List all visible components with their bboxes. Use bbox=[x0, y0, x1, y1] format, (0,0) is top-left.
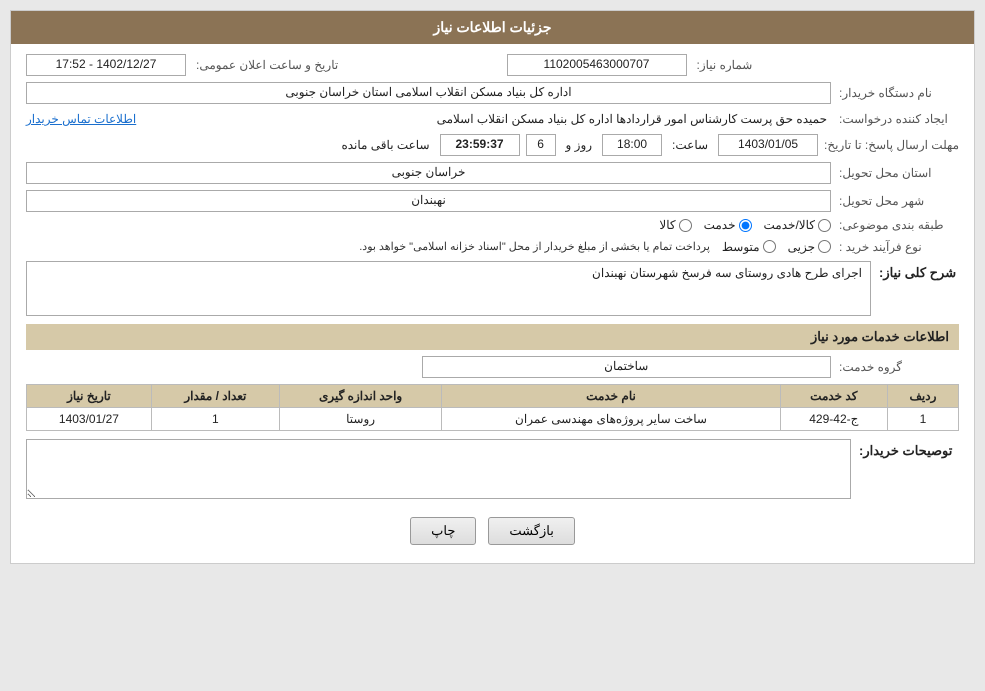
toseeh-kharidar-input[interactable] bbox=[26, 439, 851, 499]
shomara-niaz-value: 1102005463000707 bbox=[507, 54, 687, 76]
radio-jozvi-item: جزیی bbox=[788, 240, 831, 254]
tarikh-aalan-value: 1402/12/27 - 17:52 bbox=[26, 54, 186, 76]
sharh-koli-label: شرح کلی نیاز: bbox=[879, 261, 959, 281]
tabaqe-radio-group: کالا/خدمت خدمت کالا bbox=[659, 218, 831, 232]
nam-dastgah-value: اداره کل بنیاد مسکن انقلاب اسلامی استان … bbox=[26, 82, 831, 104]
ijad-konande-value: حمیده حق پرست کارشناس امور قراردادها ادا… bbox=[144, 110, 831, 128]
shahr-tahvil-label: شهر محل تحویل: bbox=[839, 194, 959, 208]
rooz-value: 6 bbox=[526, 134, 556, 156]
radio-pardakht-label: پرداخت تمام یا بخشی از مبلغ خریدار از مح… bbox=[26, 238, 714, 255]
radio-kala-khadamat-label: کالا/خدمت bbox=[764, 218, 815, 232]
rooz-label: روز و bbox=[562, 136, 597, 154]
tarikh-aalan-label: تاریخ و ساعت اعلان عمومی: bbox=[192, 56, 342, 74]
radio-khadamat-label: خدمت bbox=[704, 218, 736, 232]
sharh-koli-value: اجرای طرح هادی روستای سه فرسخ شهرستان نه… bbox=[26, 261, 871, 316]
col-date: تاریخ نیاز bbox=[27, 385, 152, 408]
radio-jozvi-label: جزیی bbox=[788, 240, 815, 254]
ijad-konande-link[interactable]: اطلاعات تماس خریدار bbox=[26, 112, 136, 126]
col-name: نام خدمت bbox=[442, 385, 780, 408]
cell-name: ساخت سایر پروژه‌های مهندسی عمران bbox=[442, 408, 780, 431]
radio-kala-item: کالا bbox=[659, 218, 691, 232]
saat-label: ساعت: bbox=[668, 136, 712, 154]
col-unit: واحد اندازه گیری bbox=[279, 385, 441, 408]
cell-radif: 1 bbox=[887, 408, 958, 431]
ostan-tahvil-label: استان محل تحویل: bbox=[839, 166, 959, 180]
page-title: جزئیات اطلاعات نیاز bbox=[11, 11, 974, 44]
back-button[interactable]: بازگشت bbox=[488, 517, 574, 545]
toseeh-kharidar-label: توصیحات خریدار: bbox=[859, 439, 959, 459]
service-table: ردیف کد خدمت نام خدمت واحد اندازه گیری ت… bbox=[26, 384, 959, 431]
radio-kala-label: کالا bbox=[659, 218, 675, 232]
radio-motavaset-item: متوسط bbox=[722, 240, 776, 254]
footer-buttons: بازگشت چاپ bbox=[26, 505, 959, 553]
saat-value: 18:00 bbox=[602, 134, 662, 156]
ijad-konande-label: ایجاد کننده درخواست: bbox=[839, 112, 959, 126]
radio-khadamat[interactable] bbox=[739, 219, 752, 232]
nooe-farayand-label: نوع فرآیند خرید : bbox=[839, 240, 959, 254]
tabaqe-label: طبقه بندی موضوعی: bbox=[839, 218, 959, 232]
gorooh-khadamat-label: گروه خدمت: bbox=[839, 360, 959, 374]
radio-khadamat-item: خدمت bbox=[704, 218, 752, 232]
radio-kala-khadamat[interactable] bbox=[818, 219, 831, 232]
section2-header: اطلاعات خدمات مورد نیاز bbox=[26, 324, 959, 350]
baqi-mande-label: ساعت باقی مانده bbox=[337, 136, 433, 154]
cell-code: ج-42-429 bbox=[780, 408, 887, 431]
farayand-radio-group: جزیی متوسط bbox=[722, 240, 831, 254]
cell-date: 1403/01/27 bbox=[27, 408, 152, 431]
radio-motavaset[interactable] bbox=[763, 240, 776, 253]
gorooh-khadamat-value: ساختمان bbox=[422, 356, 832, 378]
tarikh-value: 1403/01/05 bbox=[718, 134, 818, 156]
col-count: تعداد / مقدار bbox=[151, 385, 279, 408]
shahr-tahvil-value: نهبندان bbox=[26, 190, 831, 212]
nam-dastgah-label: نام دستگاه خریدار: bbox=[839, 86, 959, 100]
cell-unit: روستا bbox=[279, 408, 441, 431]
ostan-tahvil-value: خراسان جنوبی bbox=[26, 162, 831, 184]
cell-count: 1 bbox=[151, 408, 279, 431]
table-row: 1ج-42-429ساخت سایر پروژه‌های مهندسی عمرا… bbox=[27, 408, 959, 431]
radio-kala-khadamat-item: کالا/خدمت bbox=[764, 218, 831, 232]
col-code: کد خدمت bbox=[780, 385, 887, 408]
col-radif: ردیف bbox=[887, 385, 958, 408]
radio-motavaset-label: متوسط bbox=[722, 240, 760, 254]
radio-kala[interactable] bbox=[679, 219, 692, 232]
print-button[interactable]: چاپ bbox=[410, 517, 476, 545]
mohlat-label: مهلت ارسال پاسخ: تا تاریخ: bbox=[824, 138, 959, 152]
radio-jozvi[interactable] bbox=[818, 240, 831, 253]
shomara-niaz-label: شماره نیاز: bbox=[693, 56, 757, 74]
baqi-mande-value: 23:59:37 bbox=[440, 134, 520, 156]
